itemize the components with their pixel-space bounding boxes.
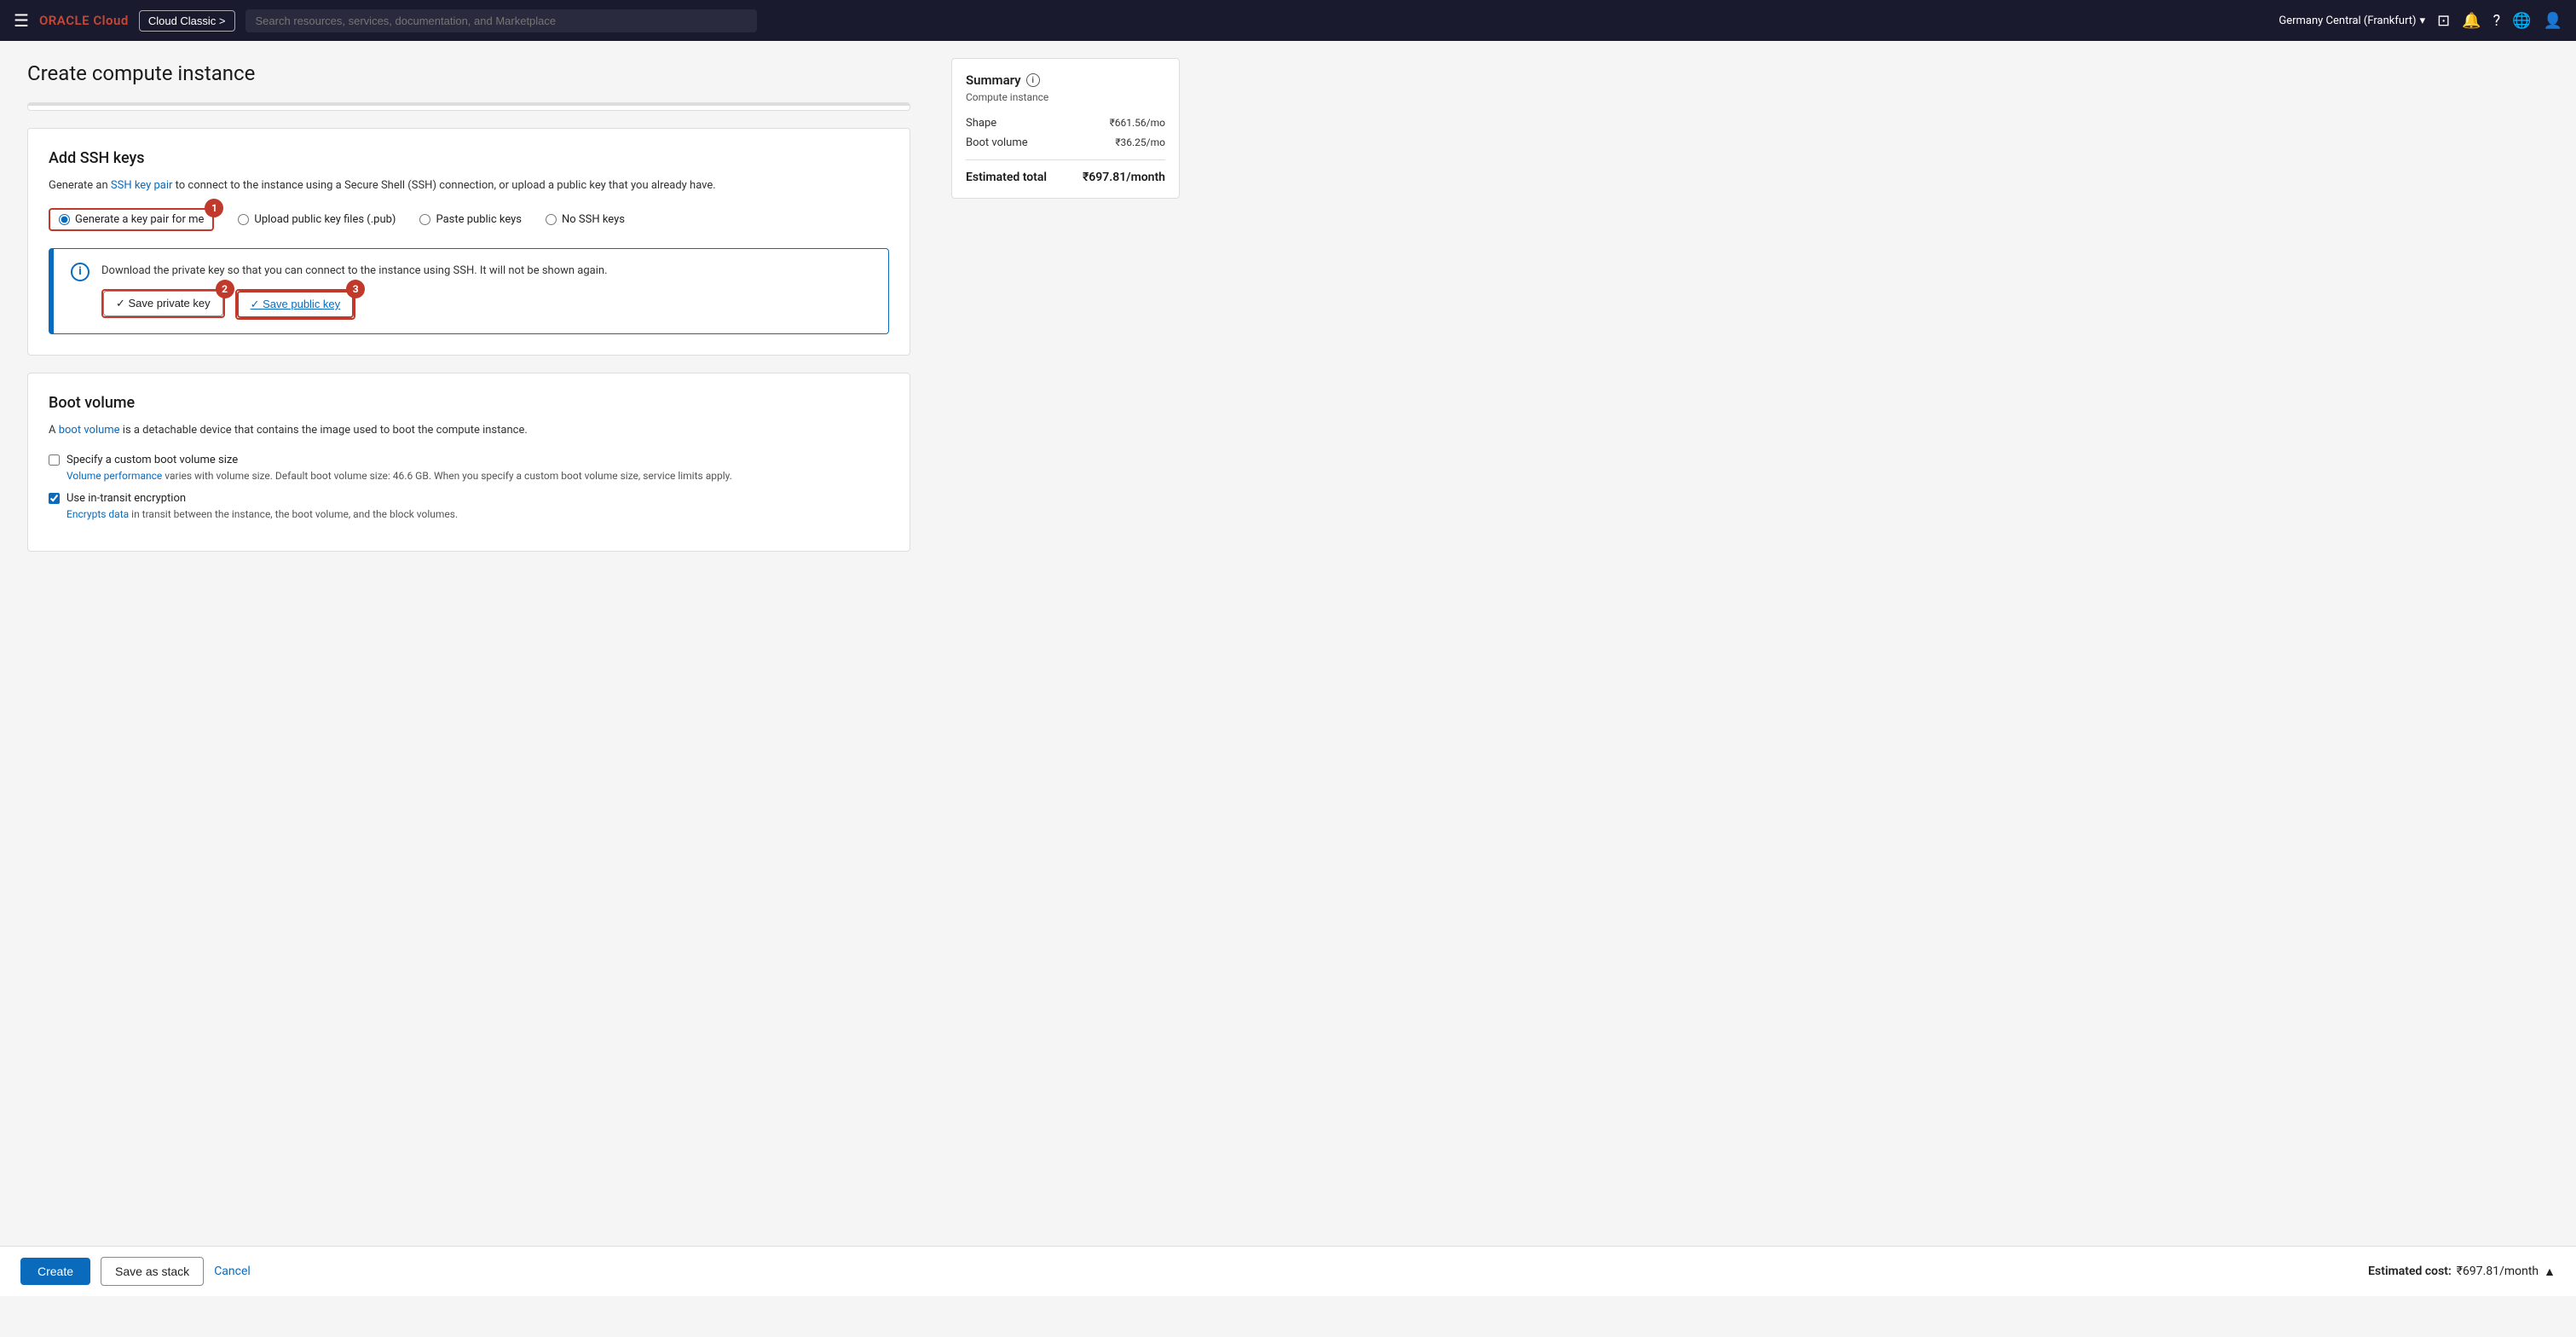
user-profile-icon[interactable]: 👤 <box>2544 12 2562 30</box>
radio-paste-input[interactable] <box>419 214 430 225</box>
radio-generate-input[interactable] <box>59 214 70 225</box>
encryption-checkbox[interactable] <box>49 493 60 504</box>
custom-size-label-group: Specify a custom boot volume size Volume… <box>66 453 732 483</box>
cancel-button[interactable]: Cancel <box>214 1265 251 1278</box>
radio-paste-label: Paste public keys <box>436 213 522 226</box>
encryption-sub-text: Encrypts data in transit between the ins… <box>66 507 458 522</box>
encryption-row: Use in-transit encryption Encrypts data … <box>49 491 889 522</box>
page-title: Create compute instance <box>27 61 910 85</box>
cloud-classic-button[interactable]: Cloud Classic > <box>139 10 235 32</box>
ssh-section-title: Add SSH keys <box>49 149 889 167</box>
radio-upload-input[interactable] <box>238 214 249 225</box>
save-private-key-border: ✓ Save private key <box>101 289 225 318</box>
help-icon[interactable]: ? <box>2493 12 2501 30</box>
ssh-radio-group: Generate a key pair for me 1 Upload publ… <box>49 208 889 231</box>
topnav-right-group: Germany Central (Frankfurt) ▾ ⊡ 🔔 ? 🌐 👤 <box>2279 12 2562 30</box>
chevron-up-icon[interactable]: ▲ <box>2544 1265 2556 1279</box>
badge-2: 2 <box>216 280 234 298</box>
custom-size-checkbox[interactable] <box>49 454 60 466</box>
save-public-key-border: ✓ Save public key <box>235 289 356 320</box>
info-circle-icon: i <box>71 263 90 281</box>
badge-1: 1 <box>205 199 223 217</box>
page-wrapper: Create compute instance Add SSH keys Gen… <box>0 41 2576 1296</box>
info-box-content: Download the private key so that you can… <box>101 263 871 321</box>
radio-generate-label: Generate a key pair for me <box>75 213 204 226</box>
oracle-text: ORACLE <box>39 13 90 28</box>
region-selector[interactable]: Germany Central (Frankfurt) ▾ <box>2279 14 2425 27</box>
custom-size-sub-text: Volume performance varies with volume si… <box>66 469 732 483</box>
summary-panel: Summary i Compute instance Shape ₹661.56… <box>938 41 1193 1296</box>
ssh-info-box: i Download the private key so that you c… <box>49 248 889 335</box>
ssh-key-pair-link[interactable]: SSH key pair <box>111 179 173 192</box>
estimated-cost-label: Estimated cost: <box>2368 1265 2452 1278</box>
radio-option-generate-highlight: Generate a key pair for me <box>49 208 214 231</box>
ssh-section-desc: Generate an SSH key pair to connect to t… <box>49 177 889 194</box>
top-navigation: ☰ ORACLE Cloud Cloud Classic > Germany C… <box>0 0 2576 41</box>
region-label: Germany Central (Frankfurt) <box>2279 14 2416 27</box>
summary-total-label: Estimated total <box>966 171 1047 184</box>
save-private-key-button[interactable]: ✓ Save private key <box>103 291 223 316</box>
radio-option-generate-wrapper: Generate a key pair for me 1 <box>49 208 214 231</box>
bottom-action-bar: Create Save as stack Cancel Estimated co… <box>0 1246 2576 1296</box>
info-box-buttons: ✓ Save private key 2 ✓ Save public key 3 <box>101 289 871 320</box>
radio-option-paste[interactable]: Paste public keys <box>419 213 522 226</box>
estimated-cost-bottom: Estimated cost: ₹697.81/month ▲ <box>2368 1265 2556 1279</box>
terminal-icon[interactable]: ⊡ <box>2437 12 2450 30</box>
summary-total-value: ₹697.81/month <box>1083 171 1165 184</box>
estimated-cost-value: ₹697.81/month <box>2457 1265 2538 1278</box>
scroll-indicator <box>27 102 910 111</box>
summary-shape-row: Shape ₹661.56/mo <box>966 117 1165 130</box>
summary-boot-row: Boot volume ₹36.25/mo <box>966 136 1165 149</box>
boot-volume-section: Boot volume A boot volume is a detachabl… <box>27 373 910 552</box>
summary-card: Summary i Compute instance Shape ₹661.56… <box>951 58 1180 199</box>
oracle-logo: ORACLE Cloud <box>39 13 129 28</box>
custom-size-label[interactable]: Specify a custom boot volume size <box>66 454 238 466</box>
summary-shape-label: Shape <box>966 117 996 130</box>
summary-divider <box>966 159 1165 160</box>
notifications-icon[interactable]: 🔔 <box>2462 12 2481 30</box>
radio-no-ssh-label: No SSH keys <box>562 213 625 226</box>
radio-option-no-ssh[interactable]: No SSH keys <box>546 213 625 226</box>
summary-title: Summary <box>966 72 1021 88</box>
badge-3: 3 <box>346 280 365 298</box>
save-private-key-wrapper: ✓ Save private key 2 <box>101 289 225 320</box>
ssh-keys-section: Add SSH keys Generate an SSH key pair to… <box>27 128 910 356</box>
custom-size-row: Specify a custom boot volume size Volume… <box>49 453 889 483</box>
language-icon[interactable]: 🌐 <box>2512 12 2531 30</box>
region-chevron-icon: ▾ <box>2420 14 2426 27</box>
volume-performance-link[interactable]: Volume performance <box>66 470 162 482</box>
save-public-key-button[interactable]: ✓ Save public key <box>237 291 355 318</box>
cloud-text: Cloud <box>93 13 129 28</box>
summary-boot-label: Boot volume <box>966 136 1028 149</box>
info-box-text: Download the private key so that you can… <box>101 263 871 280</box>
boot-volume-desc: A boot volume is a detachable device tha… <box>49 422 889 439</box>
radio-no-ssh-input[interactable] <box>546 214 557 225</box>
summary-header: Summary i <box>966 72 1165 88</box>
encryption-label-group: Use in-transit encryption Encrypts data … <box>66 491 458 522</box>
radio-option-generate[interactable]: Generate a key pair for me <box>59 213 204 226</box>
summary-shape-value: ₹661.56/mo <box>1110 117 1165 130</box>
boot-volume-link[interactable]: boot volume <box>59 424 120 437</box>
summary-info-icon[interactable]: i <box>1026 73 1040 87</box>
encryption-label[interactable]: Use in-transit encryption <box>66 492 186 505</box>
radio-option-upload[interactable]: Upload public key files (.pub) <box>238 213 396 226</box>
main-content: Create compute instance Add SSH keys Gen… <box>0 41 938 1296</box>
encrypts-data-link[interactable]: Encrypts data <box>66 508 129 520</box>
radio-upload-label: Upload public key files (.pub) <box>254 213 396 226</box>
search-input[interactable] <box>245 9 757 32</box>
boot-volume-title: Boot volume <box>49 394 889 412</box>
save-public-key-wrapper: ✓ Save public key 3 <box>235 289 356 320</box>
summary-boot-value: ₹36.25/mo <box>1115 136 1165 149</box>
save-as-stack-button[interactable]: Save as stack <box>101 1257 204 1286</box>
summary-total-row: Estimated total ₹697.81/month <box>966 171 1165 184</box>
summary-subtitle: Compute instance <box>966 91 1165 103</box>
create-button[interactable]: Create <box>20 1258 90 1285</box>
menu-icon[interactable]: ☰ <box>14 10 29 31</box>
